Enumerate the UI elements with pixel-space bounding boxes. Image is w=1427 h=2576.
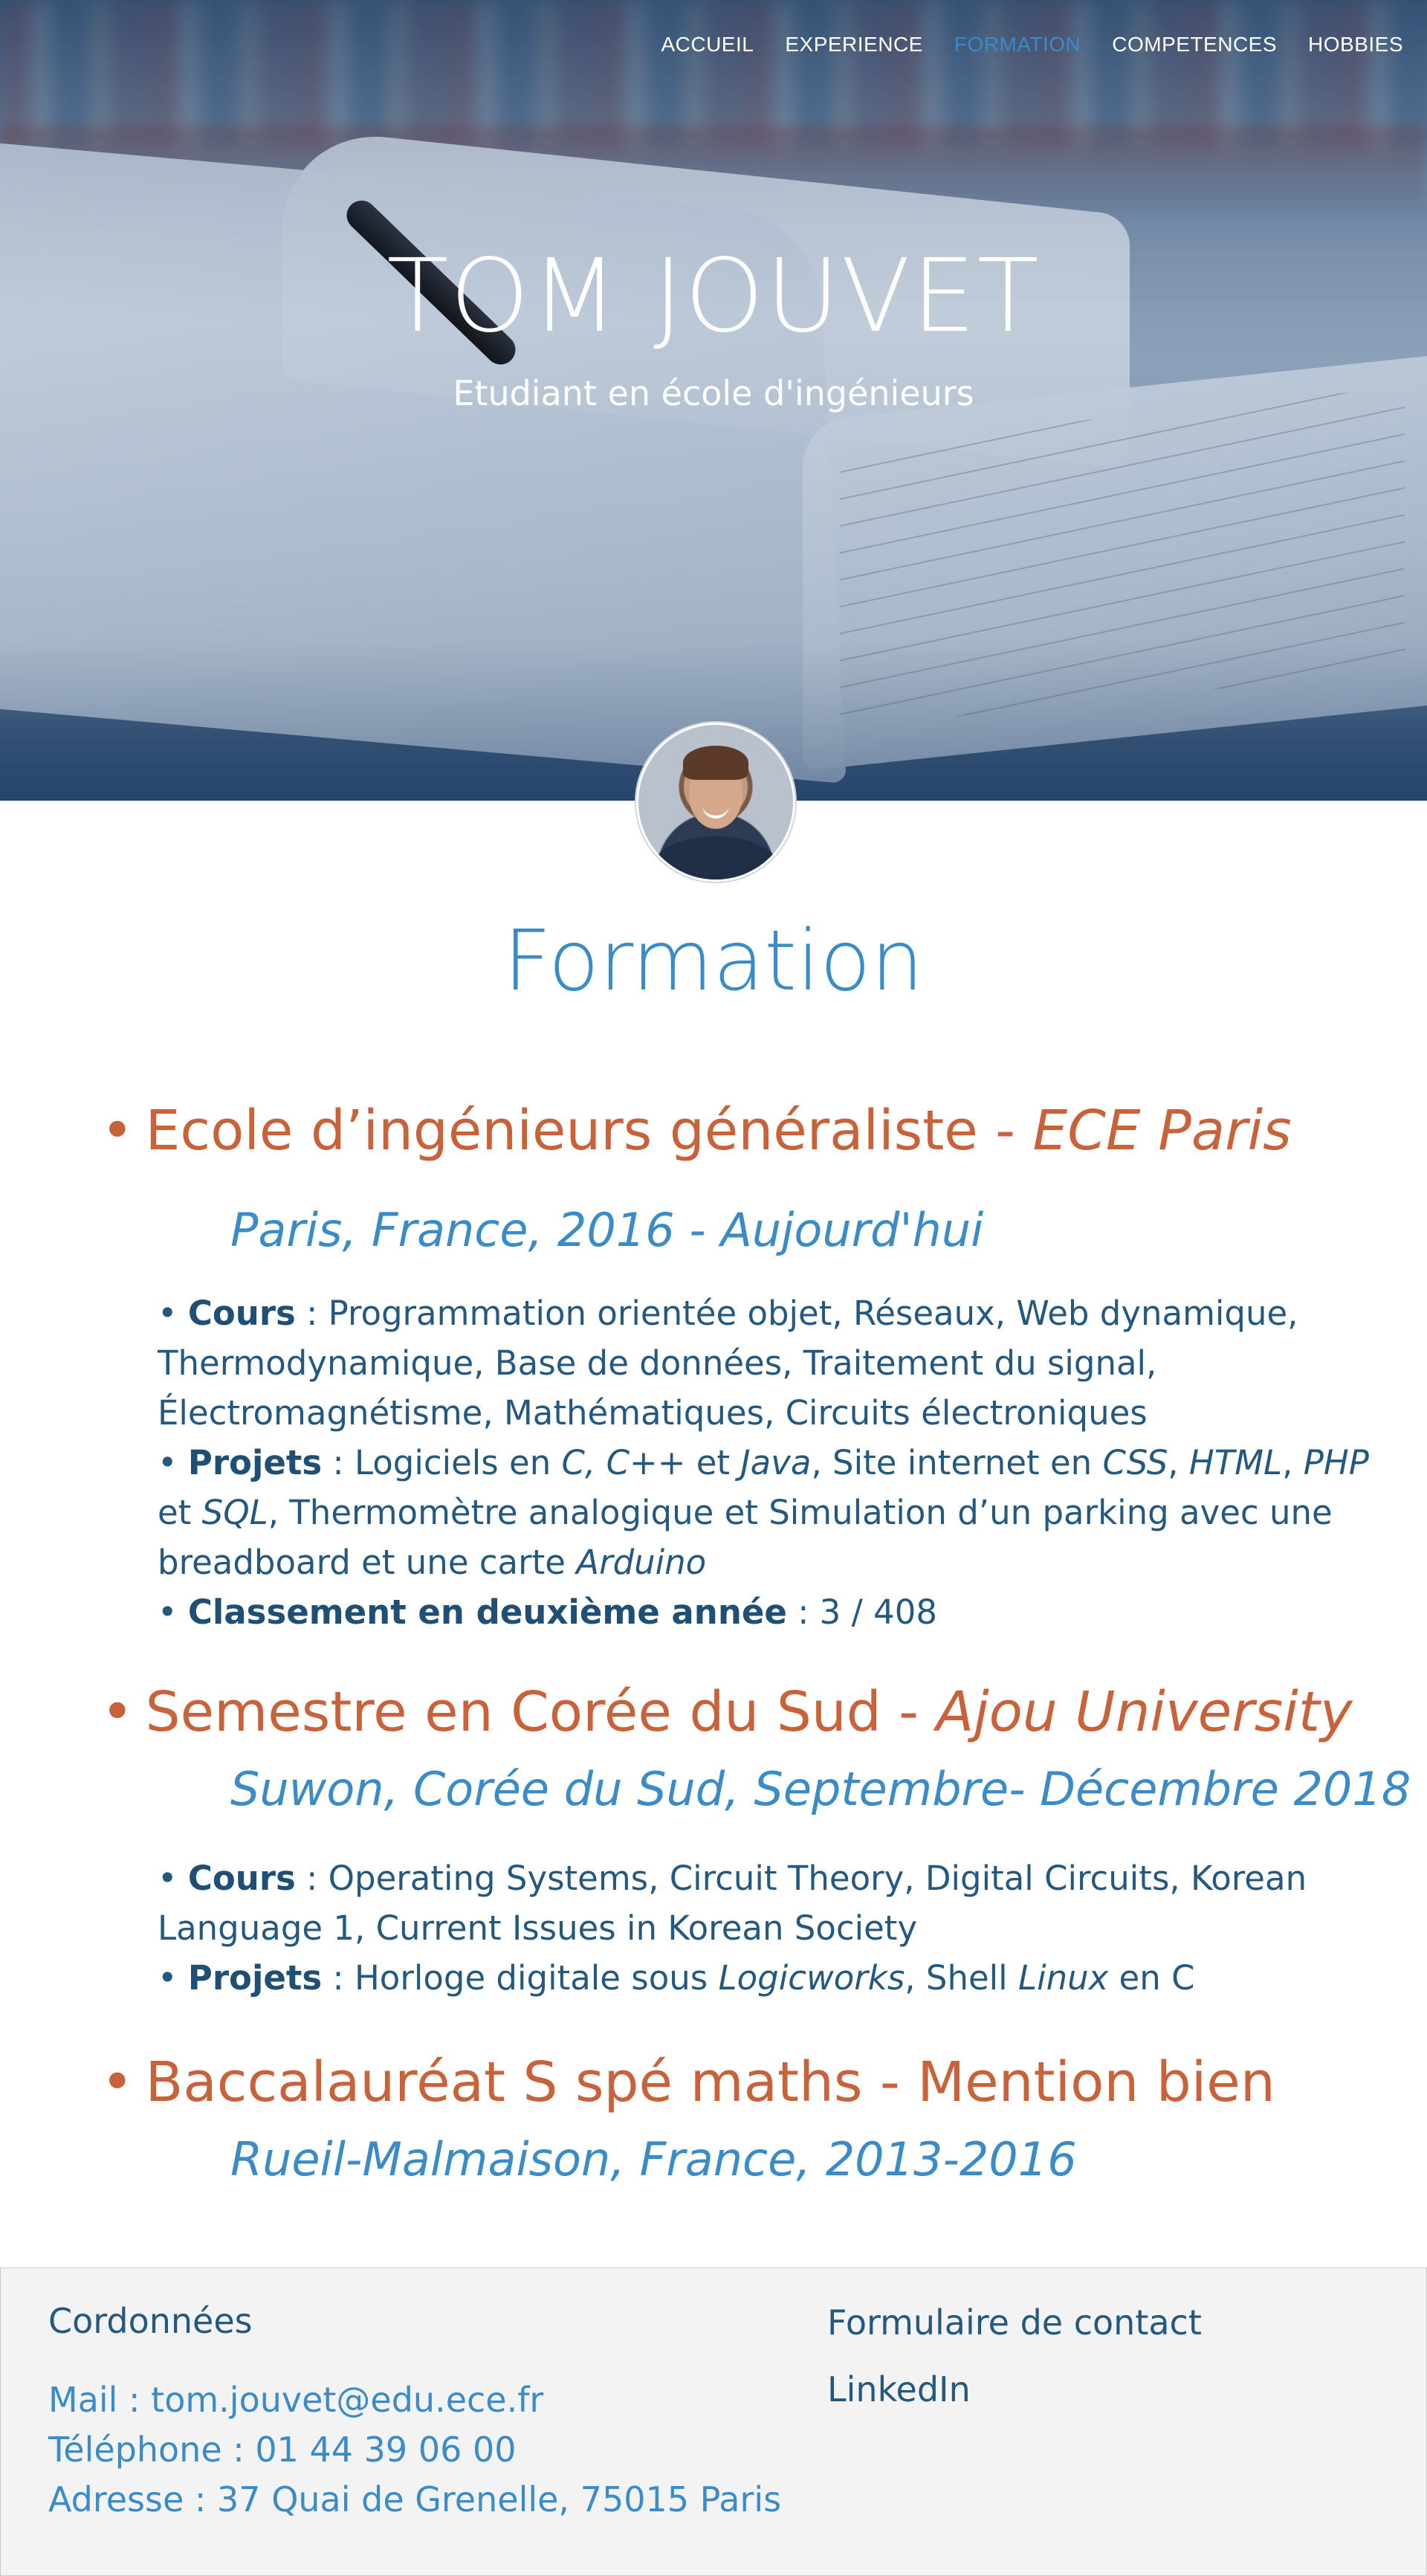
bullet-icon: • (101, 2050, 134, 2114)
detail-text-italic: PHP (1303, 1443, 1369, 1482)
entry-details: • Cours : Programmation orientée objet, … (158, 1288, 1376, 1637)
footer-address: Adresse : 37 Quai de Grenelle, 75015 Par… (48, 2479, 782, 2519)
avatar-hair (683, 746, 748, 780)
detail-text-italic: Arduino (576, 1543, 707, 1582)
entry-details: • Cours : Operating Systems, Circuit The… (158, 1853, 1376, 2003)
detail-text-run: en C (1108, 1958, 1195, 1998)
detail-label: Cours (187, 1294, 296, 1333)
detail-label: Projets (187, 1958, 323, 1998)
profile-avatar (636, 723, 795, 882)
entry-title: • Ecole d’ingénieurs généraliste - ECE Pa… (101, 1099, 1292, 1163)
detail-text-run: : Horloge digitale sous (322, 1958, 719, 1998)
hero-banner: ACCUEIL EXPERIENCE FORMATION COMPETENCES… (0, 0, 1427, 801)
footer: Cordonnées Mail : tom.jouvet@edu.ece.fr … (0, 2267, 1427, 2576)
entry-subtitle: Suwon, Corée du Sud, Septembre- Décembre… (230, 1762, 1411, 1816)
hero-subtitle: Etudiant en école d'ingénieurs (453, 373, 974, 413)
bullet-icon: • (101, 1099, 134, 1163)
nav-item-hobbies[interactable]: HOBBIES (1308, 33, 1403, 57)
detail-text-run: et (158, 1493, 202, 1532)
nav-item-experience[interactable]: EXPERIENCE (785, 33, 923, 57)
contact-form-link[interactable]: Formulaire de contact (827, 2302, 1202, 2343)
detail-text: : Horloge digitale sous Logicworks, Shel… (322, 1958, 1195, 1998)
entry-title-text: Baccalauréat S spé maths - Mention bien (145, 2050, 1275, 2114)
nav-item-accueil[interactable]: ACCUEIL (661, 33, 754, 57)
detail-text-run: , Thermomètre analogique et Simulation d… (158, 1493, 1333, 1582)
detail-text-italic: C, C++ (561, 1443, 686, 1482)
detail-text-italic: Logicworks (718, 1958, 905, 1998)
hero-name: TOM JOUVET (386, 238, 1041, 355)
detail-line: • Cours : Programmation orientée objet, … (158, 1294, 1298, 1433)
entry-subtitle: Paris, France, 2016 - Aujourd'hui (230, 1203, 984, 1257)
entry-title: • Baccalauréat S spé maths - Mention bien (101, 2050, 1275, 2114)
detail-text: : Programmation orientée objet, Réseaux,… (158, 1294, 1298, 1433)
detail-text-run: et (685, 1443, 741, 1482)
detail-line: • Classement en deuxième année : 3 / 408 (158, 1592, 937, 1632)
detail-text: : Logiciels en C, C++ et Java, Site inte… (158, 1443, 1369, 1582)
detail-line: • Cours : Operating Systems, Circuit The… (158, 1859, 1307, 1948)
nav-item-competences[interactable]: COMPETENCES (1112, 33, 1277, 57)
detail-text-italic: HTML (1188, 1443, 1283, 1482)
detail-label: Projets (187, 1443, 323, 1482)
detail-text-italic: Java (740, 1443, 812, 1482)
detail-label: Cours (187, 1859, 296, 1898)
detail-label: Classement en deuxième année (187, 1592, 787, 1632)
detail-text-run: , Site internet en (811, 1443, 1103, 1482)
detail-text-italic: CSS (1102, 1443, 1168, 1482)
footer-mail[interactable]: Mail : tom.jouvet@edu.ece.fr (48, 2380, 543, 2420)
detail-line: • Projets : Horloge digitale sous Logicw… (158, 1958, 1195, 1998)
footer-heading: Cordonnées (48, 2301, 253, 2341)
entry-title-text: Semestre en Corée du Sud - (145, 1680, 936, 1744)
detail-text-run: : Logiciels en (322, 1443, 562, 1482)
detail-text-run: , (1282, 1443, 1304, 1482)
entry-title: • Semestre en Corée du Sud - Ajou Univers… (101, 1680, 1353, 1744)
detail-line: • Projets : Logiciels en C, C++ et Java,… (158, 1443, 1369, 1582)
linkedin-link[interactable]: LinkedIn (827, 2369, 971, 2409)
entry-subtitle: Rueil-Malmaison, France, 2013-2016 (230, 2132, 1077, 2186)
nav-item-formation[interactable]: FORMATION (954, 33, 1081, 57)
top-navigation: ACCUEIL EXPERIENCE FORMATION COMPETENCES… (661, 33, 1403, 57)
detail-text-run: , (1168, 1443, 1189, 1482)
detail-text-italic: SQL (201, 1493, 268, 1532)
bullet-icon: • (101, 1680, 134, 1744)
entry-title-institution: ECE Paris (1032, 1099, 1292, 1163)
detail-text-run: , Shell (905, 1958, 1018, 1998)
detail-text: : 3 / 408 (786, 1592, 937, 1632)
avatar-shirt (653, 836, 778, 879)
section-title: Formation (503, 913, 924, 1010)
detail-text: : Operating Systems, Circuit Theory, Dig… (158, 1859, 1307, 1948)
detail-text-italic: Linux (1018, 1958, 1109, 1998)
footer-phone: Téléphone : 01 44 39 06 00 (48, 2430, 517, 2470)
entry-title-institution: Ajou University (936, 1680, 1353, 1744)
entry-title-text: Ecole d’ingénieurs généraliste - (145, 1099, 1033, 1163)
